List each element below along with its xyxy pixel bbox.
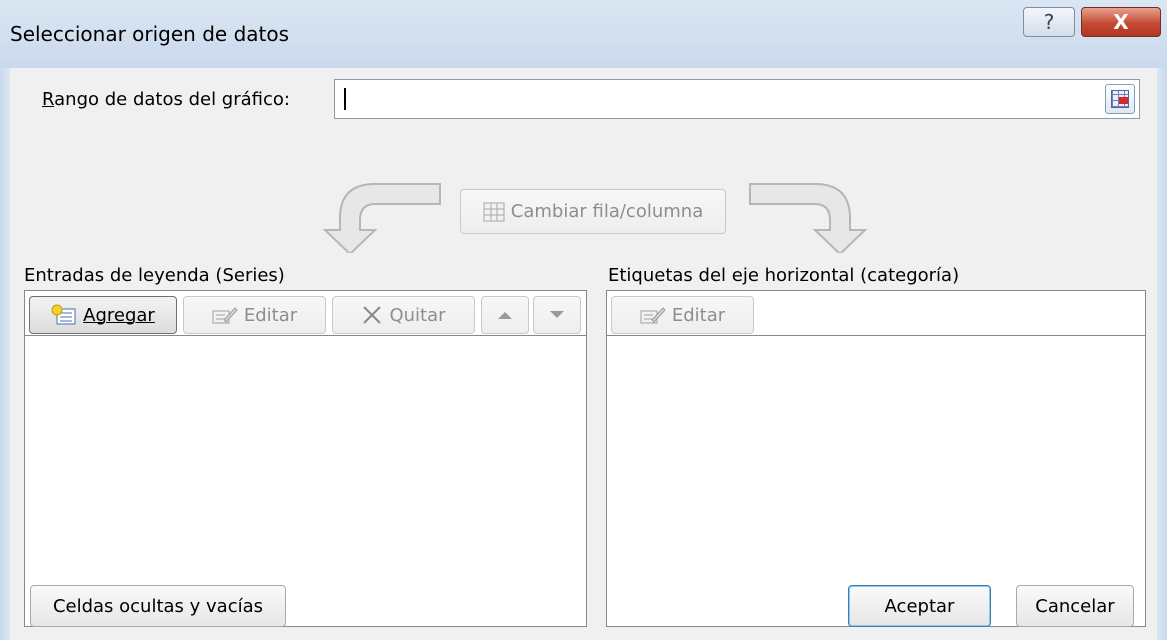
move-series-up-button[interactable] (481, 296, 529, 334)
category-list-panel: Editar (606, 290, 1146, 627)
chart-data-range-input[interactable] (334, 79, 1140, 119)
edit-pencil-icon (212, 307, 238, 324)
window-title: Seleccionar origen de datos (10, 22, 290, 46)
curved-arrow-right-icon (749, 183, 868, 253)
close-button[interactable]: X (1081, 7, 1161, 37)
help-button[interactable]: ? (1023, 7, 1075, 37)
edit-category-button[interactable]: Editar (611, 296, 754, 334)
edit-category-label: Editar (671, 304, 726, 326)
series-list[interactable] (25, 336, 586, 626)
switch-row-column-button[interactable]: Cambiar fila/columna (460, 189, 726, 234)
remove-series-label: Quitar (389, 304, 446, 326)
series-toolbar: Agregar Editar Quitar (25, 291, 586, 336)
range-select-marker (1119, 97, 1128, 104)
select-data-source-dialog: Seleccionar origen de datos ? X Rango de… (0, 0, 1167, 640)
switch-row-column-label: Cambiar fila/columna (510, 201, 704, 222)
category-list[interactable] (607, 336, 1145, 626)
edit-series-label: Editar (243, 304, 298, 326)
ok-label: Aceptar (884, 595, 955, 617)
help-icon: ? (1043, 10, 1055, 34)
series-list-panel: Agregar Editar Quitar (24, 290, 587, 627)
ok-button[interactable]: Aceptar (848, 585, 991, 627)
cancel-label: Cancelar (1035, 595, 1115, 617)
switch-row-column-icon (483, 202, 505, 221)
hidden-empty-cells-button[interactable]: Celdas ocultas y vacías (30, 585, 286, 627)
hidden-empty-cells-label: Celdas ocultas y vacías (52, 595, 264, 617)
range-label-mnemonic: R (42, 89, 55, 110)
remove-x-icon (363, 306, 382, 324)
category-toolbar: Editar (607, 291, 1145, 336)
move-series-down-button[interactable] (533, 296, 581, 334)
text-caret (344, 88, 346, 110)
edit-pencil-icon (640, 307, 666, 324)
window-frame-left (0, 68, 10, 640)
add-series-label: Agregar (83, 304, 155, 326)
title-bar[interactable]: Seleccionar origen de datos ? X (0, 0, 1167, 69)
edit-series-button[interactable]: Editar (183, 296, 326, 334)
curved-arrow-left-icon (322, 183, 441, 253)
window-frame-right (1157, 68, 1167, 640)
close-icon: X (1113, 10, 1129, 34)
range-label-text: ango de datos del gráfico: (54, 89, 290, 110)
move-down-icon (550, 311, 564, 318)
cancel-button[interactable]: Cancelar (1016, 585, 1134, 627)
series-panel-title: Entradas de leyenda (Series) (24, 265, 285, 286)
dialog-body: Rango de datos del gráfico: Cambiar fila… (10, 68, 1157, 640)
category-panel-title: Etiquetas del eje horizontal (categoría) (608, 265, 960, 286)
add-series-button[interactable]: Agregar (29, 296, 177, 334)
remove-series-button[interactable]: Quitar (332, 296, 475, 334)
range-label: Rango de datos del gráfico: (42, 89, 290, 110)
add-series-icon (51, 304, 76, 325)
move-up-icon (498, 312, 512, 319)
range-collapse-button[interactable] (1105, 84, 1135, 114)
